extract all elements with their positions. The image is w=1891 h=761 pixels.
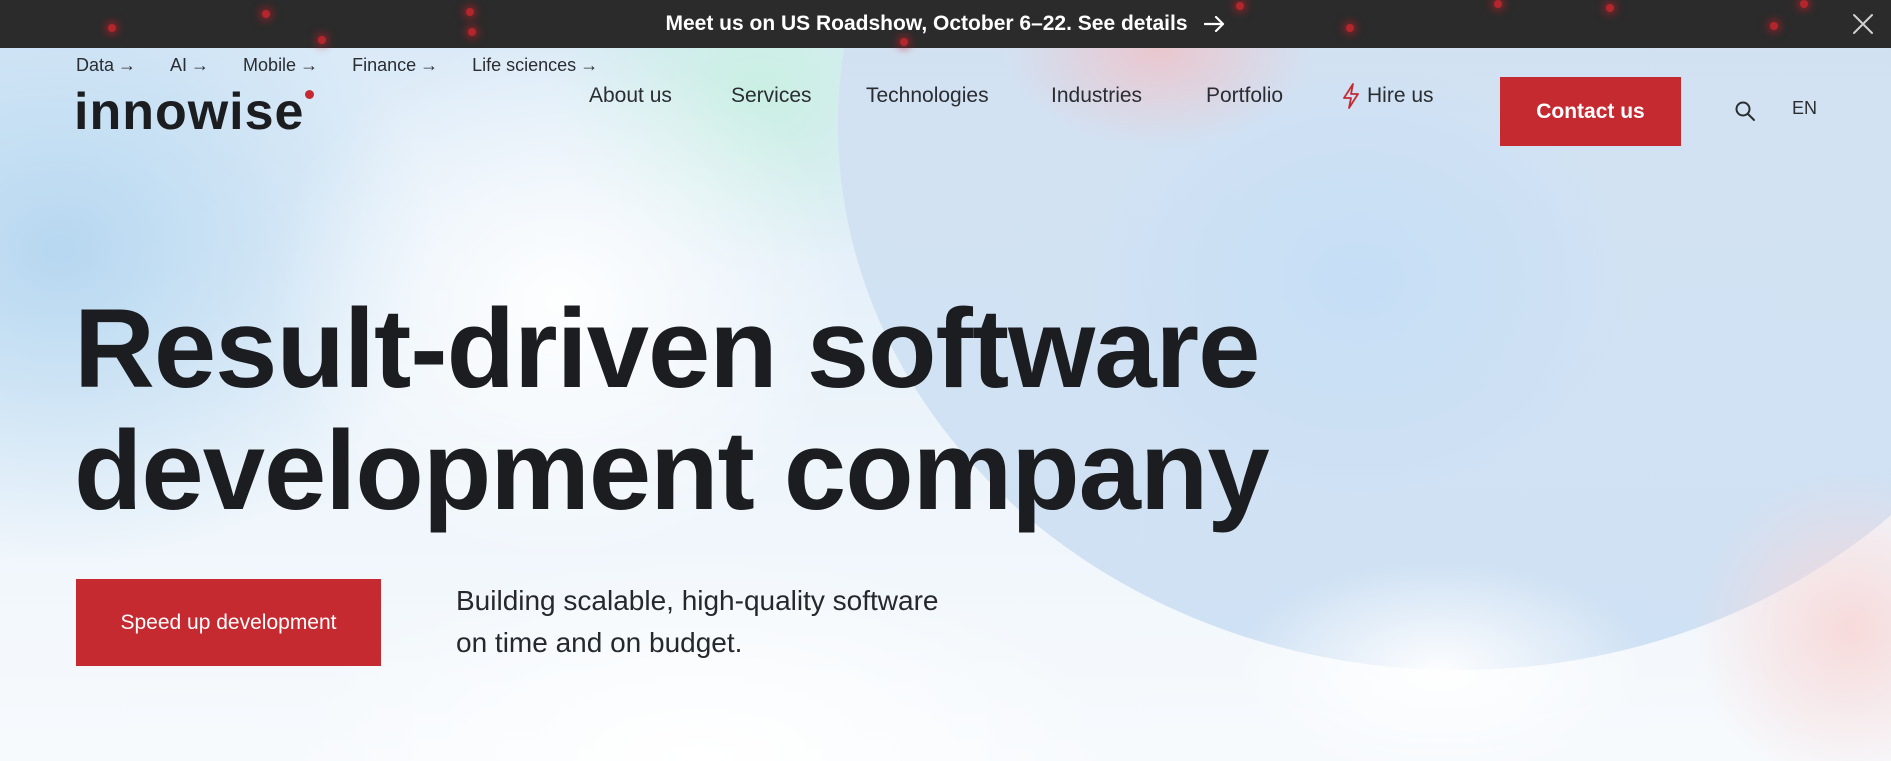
nav-portfolio[interactable]: Portfolio — [1206, 84, 1326, 108]
quick-link-data[interactable]: Data → — [76, 55, 136, 76]
announcement-text: Meet us on US Roadshow, October 6–22. Se… — [665, 12, 1188, 35]
language-switcher[interactable]: EN — [1792, 98, 1817, 119]
hero-subtitle: Building scalable, high-quality software… — [456, 585, 939, 658]
announcement-link[interactable]: Meet us on US Roadshow, October 6–22. Se… — [665, 12, 1225, 36]
close-icon[interactable] — [1851, 12, 1875, 36]
nav-hire-us[interactable]: Hire us — [1341, 83, 1461, 109]
nav-services[interactable]: Services — [731, 84, 851, 108]
arrow-right-icon: → — [580, 55, 599, 75]
logo[interactable]: innowise — [74, 86, 315, 138]
hero-title-line: Result-driven software — [74, 286, 1260, 411]
arrow-right-icon: → — [191, 55, 210, 75]
hero-title: Result-driven software development compa… — [74, 288, 1374, 532]
nav-about-us[interactable]: About us — [589, 84, 709, 108]
contact-us-button[interactable]: Contact us — [1500, 77, 1681, 146]
quick-link-mobile[interactable]: Mobile → — [243, 55, 318, 76]
nav-technologies[interactable]: Technologies — [866, 84, 1016, 108]
quick-links: Data → AI → Mobile → Finance → Life sciences… — [76, 55, 598, 76]
quick-link-life-sciences[interactable]: Life sciences → — [472, 55, 598, 76]
lightning-icon — [1343, 83, 1359, 109]
arrow-right-icon: → — [118, 55, 137, 75]
quick-link-ai[interactable]: AI → — [170, 55, 209, 76]
hero-title-line: development company — [74, 408, 1270, 533]
speed-up-development-button[interactable]: Speed up development — [76, 579, 381, 666]
arrow-right-icon: → — [300, 55, 319, 75]
nav-industries[interactable]: Industries — [1051, 84, 1171, 108]
search-icon[interactable] — [1734, 100, 1756, 122]
quick-link-finance[interactable]: Finance → — [352, 55, 438, 76]
arrow-right-icon — [1203, 15, 1224, 33]
arrow-right-icon: → — [420, 55, 439, 75]
announcement-bar: Meet us on US Roadshow, October 6–22. Se… — [0, 0, 1891, 48]
